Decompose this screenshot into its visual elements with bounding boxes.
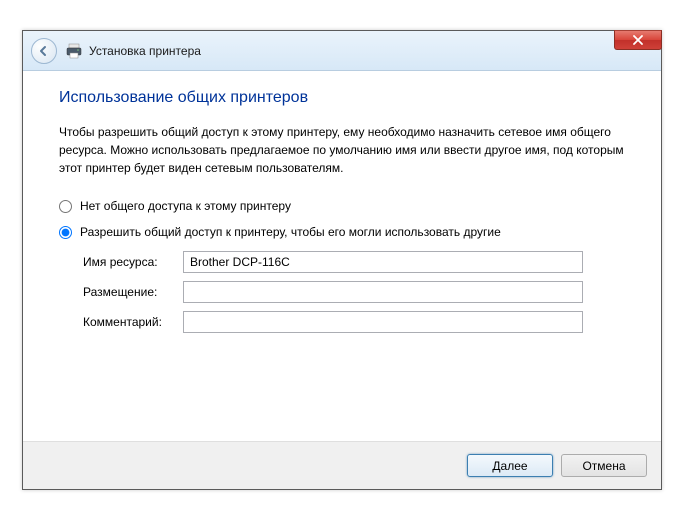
close-button[interactable] (614, 30, 662, 50)
location-input[interactable] (183, 281, 583, 303)
location-row: Размещение: (83, 281, 625, 303)
share-name-label: Имя ресурса: (83, 255, 183, 269)
share-name-row: Имя ресурса: (83, 251, 625, 273)
footer: Далее Отмена (23, 441, 661, 489)
page-description: Чтобы разрешить общий доступ к этому при… (59, 123, 625, 177)
printer-icon (65, 43, 83, 59)
radio-no-share[interactable] (59, 200, 72, 213)
share-name-input[interactable] (183, 251, 583, 273)
location-label: Размещение: (83, 285, 183, 299)
share-form: Имя ресурса: Размещение: Комментарий: (83, 251, 625, 333)
next-button[interactable]: Далее (467, 454, 553, 477)
radio-share[interactable] (59, 226, 72, 239)
radio-no-share-label[interactable]: Нет общего доступа к этому принтеру (80, 199, 291, 213)
radio-share-row[interactable]: Разрешить общий доступ к принтеру, чтобы… (59, 225, 625, 239)
comment-label: Комментарий: (83, 315, 183, 329)
window-title: Установка принтера (89, 44, 201, 58)
page-heading: Использование общих принтеров (59, 89, 625, 107)
radio-share-label[interactable]: Разрешить общий доступ к принтеру, чтобы… (80, 225, 501, 239)
content-area: Использование общих принтеров Чтобы разр… (23, 71, 661, 441)
radio-no-share-row[interactable]: Нет общего доступа к этому принтеру (59, 199, 625, 213)
comment-input[interactable] (183, 311, 583, 333)
titlebar: Установка принтера (23, 31, 661, 71)
back-arrow-icon (38, 45, 50, 57)
comment-row: Комментарий: (83, 311, 625, 333)
cancel-button[interactable]: Отмена (561, 454, 647, 477)
wizard-window: Установка принтера Использование общих п… (22, 30, 662, 490)
close-icon (632, 35, 644, 45)
back-button[interactable] (31, 38, 57, 64)
